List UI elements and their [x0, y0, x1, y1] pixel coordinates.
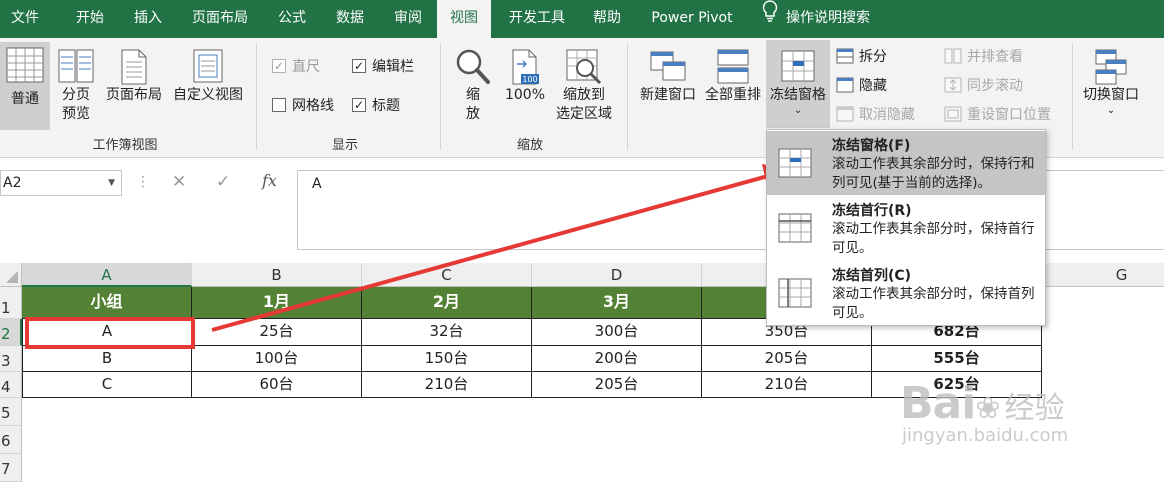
freeze-panes-menu: 冻结窗格(F) 滚动工作表其余部分时，保持行和列可见(基于当前的选择)。 冻结首… [766, 129, 1046, 326]
paw-icon: ❀ [975, 391, 1001, 426]
menu-item-freeze-first-column[interactable]: 冻结首列(C) 滚动工作表其余部分时，保持首列可见。 [767, 261, 1045, 325]
freeze-first-column-icon [778, 278, 812, 308]
freeze-top-row-icon [778, 213, 812, 243]
menu-item-freeze-panes[interactable]: 冻结窗格(F) 滚动工作表其余部分时，保持行和列可见(基于当前的选择)。 [767, 131, 1045, 195]
menu-item-freeze-top-row[interactable]: 冻结首行(R) 滚动工作表其余部分时，保持首行可见。 [767, 196, 1045, 260]
baidu-watermark: Bai❀ 经验 jingyan.baidu.com [900, 378, 1069, 446]
freeze-panes-icon [778, 148, 812, 178]
